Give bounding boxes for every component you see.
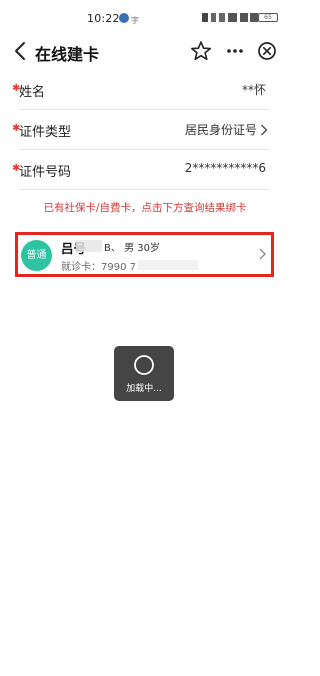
card-number: 就诊卡：7990 7 — [61, 262, 136, 273]
card-gender-age: B、 男 30岁 — [104, 239, 160, 254]
row-divider — [19, 189, 270, 190]
id-number-value: 2***********6 — [184, 161, 266, 175]
name-label: 姓名 — [19, 85, 46, 100]
status-time: 10:22 — [87, 12, 120, 25]
card-result-item[interactable]: 普通 吕号 B、 男 30岁 就诊卡：7990 7 — [15, 232, 274, 277]
signal-icon-2 — [250, 13, 258, 22]
card-gender-age-text: 男 30岁 — [124, 243, 160, 254]
status-carrier-glyph: 字 — [131, 16, 139, 25]
name-row: ✱ 姓名 **怀 — [0, 70, 290, 110]
card-type-badge: 普通 — [21, 240, 52, 271]
app-notification-icon — [119, 13, 129, 23]
id-type-label: 证件类型 — [19, 125, 72, 140]
nfc-icon — [202, 13, 208, 22]
loading-spinner-icon — [134, 355, 154, 375]
page-title: 在线建卡 — [35, 45, 100, 64]
card-name-suffix: B、 — [104, 243, 121, 254]
id-number-label: 证件号码 — [19, 165, 72, 180]
more-icon[interactable] — [226, 46, 244, 56]
number-redaction — [138, 260, 198, 270]
close-icon[interactable] — [257, 41, 277, 61]
loading-text: 加载中... — [126, 384, 162, 394]
status-bar: 10:22 字 65 — [0, 0, 290, 36]
id-type-row[interactable]: ✱ 证件类型 居民身份证号 — [0, 110, 290, 150]
name-redaction — [76, 240, 102, 252]
loading-toast: 加载中... — [114, 346, 174, 401]
id-type-value[interactable]: 居民身份证号 — [185, 121, 257, 138]
chevron-right-icon — [259, 248, 266, 260]
id-number-row: ✱ 证件号码 2***********6 — [0, 150, 290, 190]
name-value: **怀 — [241, 83, 266, 97]
bluetooth-icon — [211, 13, 216, 22]
wifi-icon — [228, 13, 237, 22]
battery-icon: 65 — [258, 13, 278, 22]
bind-card-notice: 已有社保卡/自费卡，点击下方查询结果绑卡 — [43, 202, 247, 214]
signal-icon — [240, 13, 248, 22]
status-indicators: 65 — [202, 13, 278, 23]
nav-bar: 在线建卡 — [0, 36, 290, 66]
star-icon[interactable] — [190, 40, 212, 62]
chevron-right-icon — [261, 124, 268, 136]
back-icon[interactable] — [12, 40, 32, 62]
mute-icon — [219, 13, 225, 22]
